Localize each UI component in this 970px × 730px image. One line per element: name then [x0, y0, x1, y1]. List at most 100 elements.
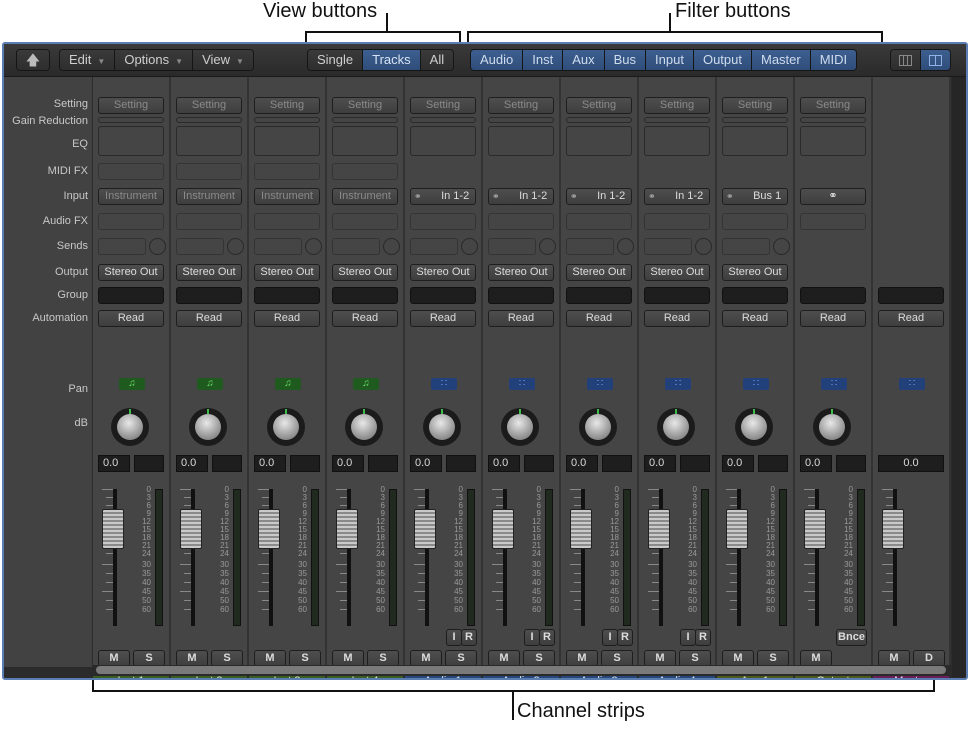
audio-fx-slot[interactable] — [98, 213, 164, 230]
filter-input-button[interactable]: Input — [646, 50, 694, 70]
send-level-knob[interactable] — [149, 238, 166, 255]
filter-output-button[interactable]: Output — [693, 50, 752, 70]
filter-bus-button[interactable]: Bus — [604, 50, 647, 70]
pan-knob[interactable] — [501, 408, 539, 446]
record-enable-button[interactable]: R — [695, 629, 711, 646]
fader-handle[interactable] — [336, 509, 358, 549]
send-level-knob[interactable] — [695, 238, 712, 255]
audio-fx-slot[interactable] — [488, 213, 554, 230]
input-slot[interactable]: ⚭ — [800, 188, 866, 205]
automation-mode-button[interactable]: Read — [878, 310, 944, 327]
view-all-button[interactable]: All — [420, 50, 454, 70]
fader-handle[interactable] — [726, 509, 748, 549]
eq-display[interactable] — [488, 126, 554, 156]
output-slot[interactable]: Stereo Out — [644, 264, 710, 281]
setting-button[interactable]: Setting — [566, 97, 632, 114]
fader-handle[interactable] — [258, 509, 280, 549]
group-slot[interactable] — [488, 287, 554, 304]
volume-readout[interactable]: 0.0 — [410, 455, 442, 472]
send-level-knob[interactable] — [539, 238, 556, 255]
automation-mode-button[interactable]: Read — [98, 310, 164, 327]
midi-fx-slot[interactable] — [98, 163, 164, 180]
input-monitor-button[interactable]: I — [446, 629, 462, 646]
fader-handle[interactable] — [570, 509, 592, 549]
send-slot[interactable] — [644, 238, 692, 255]
fader-handle[interactable] — [102, 509, 124, 549]
eq-display[interactable] — [644, 126, 710, 156]
midi-fx-slot[interactable] — [332, 163, 398, 180]
horizontal-scrollbar[interactable] — [92, 665, 950, 676]
send-slot[interactable] — [566, 238, 614, 255]
setting-button[interactable]: Setting — [800, 97, 866, 114]
setting-button[interactable]: Setting — [176, 97, 242, 114]
pan-knob[interactable] — [111, 408, 149, 446]
input-monitor-button[interactable]: I — [680, 629, 696, 646]
automation-mode-button[interactable]: Read — [800, 310, 866, 327]
setting-button[interactable]: Setting — [332, 97, 398, 114]
eq-display[interactable] — [254, 126, 320, 156]
automation-mode-button[interactable]: Read — [566, 310, 632, 327]
pan-knob[interactable] — [345, 408, 383, 446]
automation-mode-button[interactable]: Read — [176, 310, 242, 327]
send-slot[interactable] — [410, 238, 458, 255]
group-slot[interactable] — [566, 287, 632, 304]
eq-display[interactable] — [410, 126, 476, 156]
record-enable-button[interactable]: R — [617, 629, 633, 646]
input-monitor-button[interactable]: I — [602, 629, 618, 646]
audio-fx-slot[interactable] — [176, 213, 242, 230]
group-slot[interactable] — [410, 287, 476, 304]
automation-mode-button[interactable]: Read — [332, 310, 398, 327]
fader-handle[interactable] — [414, 509, 436, 549]
pan-knob[interactable] — [189, 408, 227, 446]
automation-mode-button[interactable]: Read — [488, 310, 554, 327]
output-slot[interactable]: Stereo Out — [566, 264, 632, 281]
group-slot[interactable] — [254, 287, 320, 304]
output-slot[interactable]: Stereo Out — [410, 264, 476, 281]
send-level-knob[interactable] — [227, 238, 244, 255]
group-slot[interactable] — [98, 287, 164, 304]
output-slot[interactable]: Stereo Out — [176, 264, 242, 281]
send-slot[interactable] — [488, 238, 536, 255]
input-monitor-button[interactable]: I — [524, 629, 540, 646]
setting-button[interactable]: Setting — [488, 97, 554, 114]
automation-mode-button[interactable]: Read — [644, 310, 710, 327]
eq-display[interactable] — [800, 126, 866, 156]
audio-fx-slot[interactable] — [254, 213, 320, 230]
audio-fx-slot[interactable] — [332, 213, 398, 230]
up-button[interactable]: 🡅 — [16, 49, 50, 71]
setting-button[interactable]: Setting — [98, 97, 164, 114]
scrollbar-thumb[interactable] — [96, 666, 946, 674]
volume-readout[interactable]: 0.0 — [332, 455, 364, 472]
narrow-strips-button[interactable] — [891, 50, 921, 70]
setting-button[interactable]: Setting — [644, 97, 710, 114]
send-slot[interactable] — [722, 238, 770, 255]
filter-aux-button[interactable]: Aux — [563, 50, 605, 70]
eq-display[interactable] — [722, 126, 788, 156]
audio-fx-slot[interactable] — [410, 213, 476, 230]
volume-readout[interactable]: 0.0 — [488, 455, 520, 472]
setting-button[interactable]: Setting — [722, 97, 788, 114]
output-slot[interactable]: Stereo Out — [332, 264, 398, 281]
group-slot[interactable] — [644, 287, 710, 304]
group-slot[interactable] — [800, 287, 866, 304]
pan-knob[interactable] — [423, 408, 461, 446]
volume-readout[interactable]: 0.0 — [800, 455, 832, 472]
send-level-knob[interactable] — [773, 238, 790, 255]
input-slot[interactable]: ⚭ In 1-2 — [566, 188, 632, 205]
group-slot[interactable] — [722, 287, 788, 304]
setting-button[interactable]: Setting — [254, 97, 320, 114]
wide-strips-button[interactable] — [921, 50, 950, 70]
pan-knob[interactable] — [267, 408, 305, 446]
eq-display[interactable] — [332, 126, 398, 156]
volume-readout[interactable]: 0.0 — [722, 455, 754, 472]
fader-handle[interactable] — [648, 509, 670, 549]
volume-readout[interactable]: 0.0 — [98, 455, 130, 472]
filter-master-button[interactable]: Master — [751, 50, 811, 70]
volume-readout[interactable]: 0.0 — [566, 455, 598, 472]
volume-readout[interactable]: 0.0 — [878, 455, 944, 472]
filter-audio-button[interactable]: Audio — [471, 50, 524, 70]
group-slot[interactable] — [878, 287, 944, 304]
setting-button[interactable]: Setting — [410, 97, 476, 114]
send-level-knob[interactable] — [305, 238, 322, 255]
pan-knob[interactable] — [735, 408, 773, 446]
